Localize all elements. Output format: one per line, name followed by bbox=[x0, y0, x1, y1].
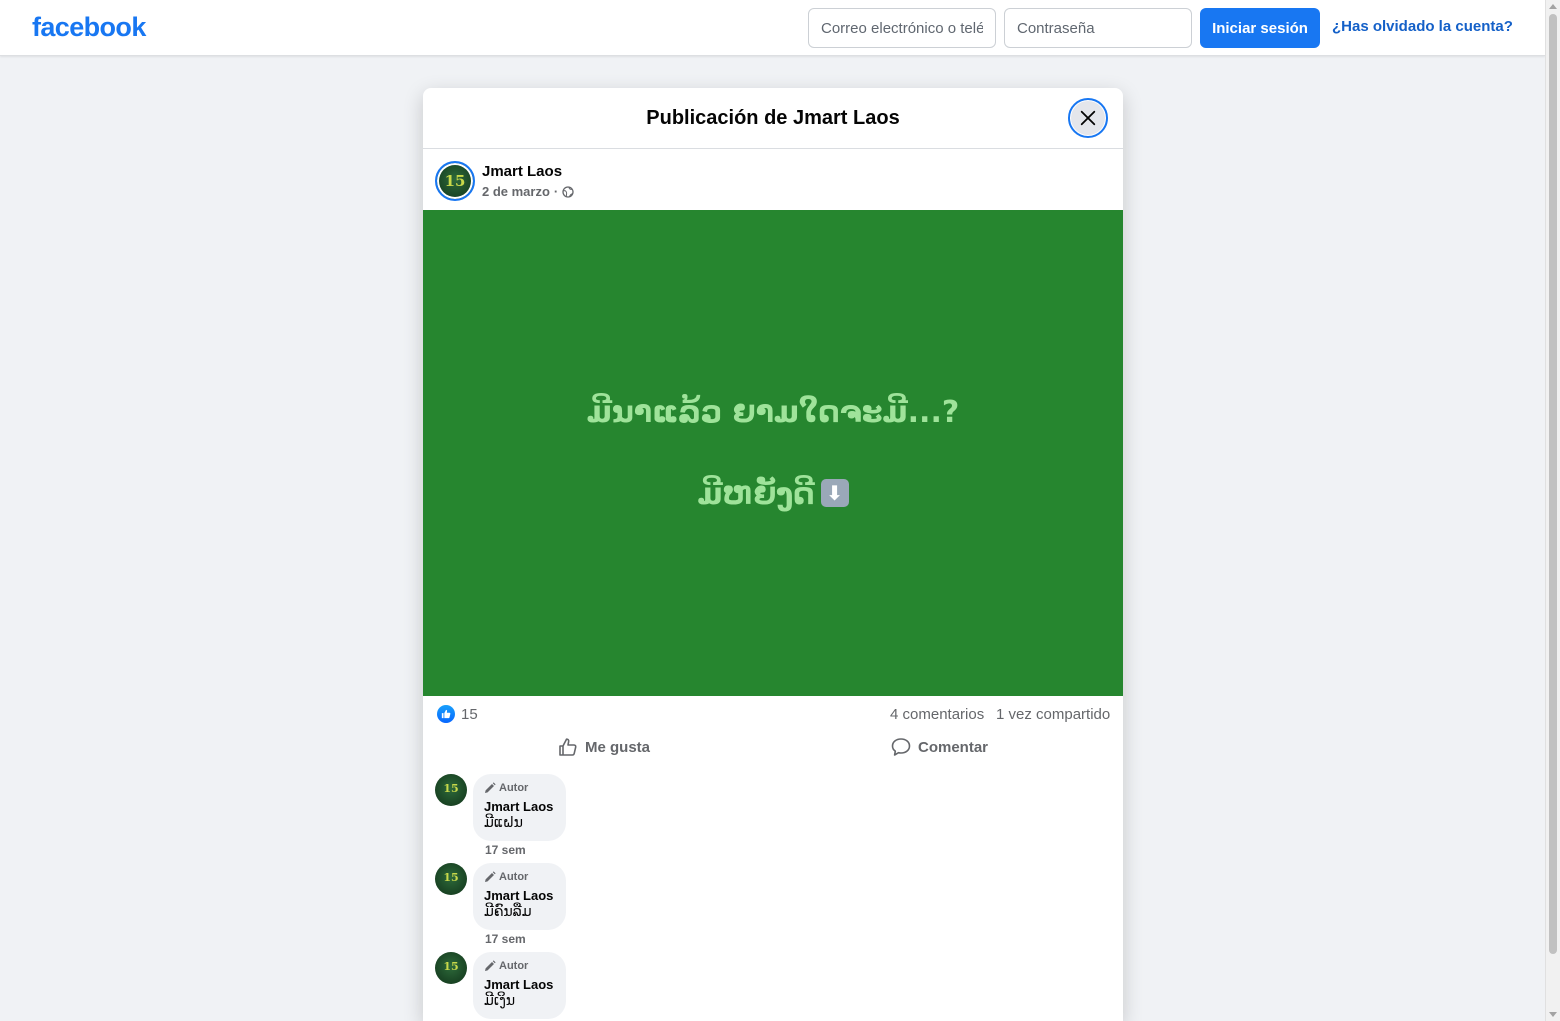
comment-time[interactable]: 17 sem bbox=[485, 843, 526, 857]
dialog-header: Publicación de Jmart Laos bbox=[423, 88, 1123, 149]
comment-bubble: Autor Jmart Laos ມີແຝນ bbox=[473, 774, 566, 841]
comments-count[interactable]: 4 comentarios bbox=[890, 706, 984, 723]
post-image-text: ມີນາແລ້ວ ຍາມໃດຈະມີ...? ມີຫຍັງດີ bbox=[587, 351, 960, 556]
comment-button-label: Comentar bbox=[918, 738, 989, 756]
pencil-icon bbox=[485, 870, 496, 882]
thumbs-up-outline-icon bbox=[559, 738, 577, 756]
author-badge: Autor bbox=[484, 781, 555, 794]
commenter-avatar[interactable]: 15 bbox=[435, 774, 467, 806]
commenter-name[interactable]: Jmart Laos bbox=[484, 888, 555, 903]
pencil-icon bbox=[485, 959, 496, 971]
comment-button[interactable]: Comentar bbox=[891, 732, 988, 762]
comment-text: ມີແຝນ bbox=[484, 815, 523, 831]
post-actions: Me gusta Comentar bbox=[423, 732, 1123, 762]
post-text-line-2-text: ມີຫຍັງດີ bbox=[697, 476, 815, 512]
thumbs-up-icon bbox=[441, 709, 451, 719]
dialog-title: Publicación de Jmart Laos bbox=[646, 107, 900, 129]
close-button[interactable] bbox=[1068, 98, 1108, 138]
avatar-logo-icon: 15 bbox=[443, 871, 459, 884]
post-author-row: 15 Jmart Laos 2 de marzo · bbox=[423, 149, 1123, 210]
scroll-up-icon[interactable] bbox=[1549, 4, 1557, 9]
top-bar: facebook Iniciar sesión ¿Has olvidado la… bbox=[0, 0, 1545, 56]
meta-separator: · bbox=[553, 184, 559, 199]
post-dialog: Publicación de Jmart Laos 15 Jmart Laos … bbox=[423, 88, 1123, 1021]
like-reaction-icon[interactable] bbox=[437, 705, 455, 723]
post-text-line-1: ມີນາແລ້ວ ຍາມໃດຈະມີ...? bbox=[586, 394, 960, 430]
page-scrollbar[interactable] bbox=[1545, 0, 1560, 1021]
comment-bubble: Autor Jmart Laos ມີຄົນລືມ bbox=[473, 863, 566, 930]
commenter-name[interactable]: Jmart Laos bbox=[484, 977, 555, 992]
comment-text: ມີເງິນ bbox=[484, 993, 516, 1009]
post-image[interactable]: ມີນາແລ້ວ ຍາມໃດຈະມີ...? ມີຫຍັງດີ bbox=[423, 210, 1123, 696]
author-badge-label: Autor bbox=[499, 781, 529, 794]
down-arrow-emoji-icon bbox=[820, 478, 849, 507]
email-input[interactable] bbox=[808, 8, 996, 48]
like-button-label: Me gusta bbox=[585, 738, 651, 756]
author-name[interactable]: Jmart Laos bbox=[482, 163, 562, 180]
scroll-down-icon[interactable] bbox=[1549, 1012, 1557, 1017]
comment-bubble-icon bbox=[891, 738, 911, 756]
author-avatar[interactable]: 15 bbox=[435, 161, 475, 201]
scrollbar-thumb[interactable] bbox=[1549, 14, 1557, 954]
like-count[interactable]: 15 bbox=[461, 706, 478, 723]
comment-item: 15 Autor Jmart Laos ມີຄົນລືມ 17 sem bbox=[435, 863, 1095, 952]
comment-text: ມີຄົນລືມ bbox=[484, 904, 532, 920]
author-badge-label: Autor bbox=[499, 870, 529, 883]
commenter-avatar[interactable]: 15 bbox=[435, 863, 467, 895]
avatar-logo-icon: 15 bbox=[444, 172, 466, 190]
post-text-line-2: ມີຫຍັງດີ bbox=[587, 474, 960, 515]
forgot-account-link[interactable]: ¿Has olvidado la cuenta? bbox=[1332, 18, 1513, 35]
like-button[interactable]: Me gusta bbox=[558, 732, 650, 762]
comment-item: 15 Autor Jmart Laos ມີເງິນ bbox=[435, 952, 1095, 1021]
close-icon bbox=[1080, 110, 1096, 126]
author-badge-label: Autor bbox=[499, 959, 529, 972]
globe-icon bbox=[562, 185, 574, 198]
password-input[interactable] bbox=[1004, 8, 1192, 48]
login-button[interactable]: Iniciar sesión bbox=[1200, 8, 1320, 48]
post-stats: 15 4 comentarios 1 vez compartido bbox=[423, 696, 1123, 732]
author-badge: Autor bbox=[484, 959, 555, 972]
facebook-logo[interactable]: facebook bbox=[32, 12, 146, 43]
comment-time[interactable]: 17 sem bbox=[485, 932, 526, 946]
commenter-name[interactable]: Jmart Laos bbox=[484, 799, 555, 814]
pencil-icon bbox=[485, 781, 496, 793]
shares-count[interactable]: 1 vez compartido bbox=[996, 706, 1110, 723]
comment-bubble: Autor Jmart Laos ມີເງິນ bbox=[473, 952, 566, 1019]
commenter-avatar[interactable]: 15 bbox=[435, 952, 467, 984]
post-date[interactable]: 2 de marzo bbox=[482, 184, 550, 199]
avatar-logo-icon: 15 bbox=[443, 960, 459, 973]
author-badge: Autor bbox=[484, 870, 555, 883]
avatar-logo-icon: 15 bbox=[443, 782, 459, 795]
comment-item: 15 Autor Jmart Laos ມີແຝນ 17 sem bbox=[435, 774, 1095, 863]
post-meta: 2 de marzo · bbox=[482, 184, 574, 199]
